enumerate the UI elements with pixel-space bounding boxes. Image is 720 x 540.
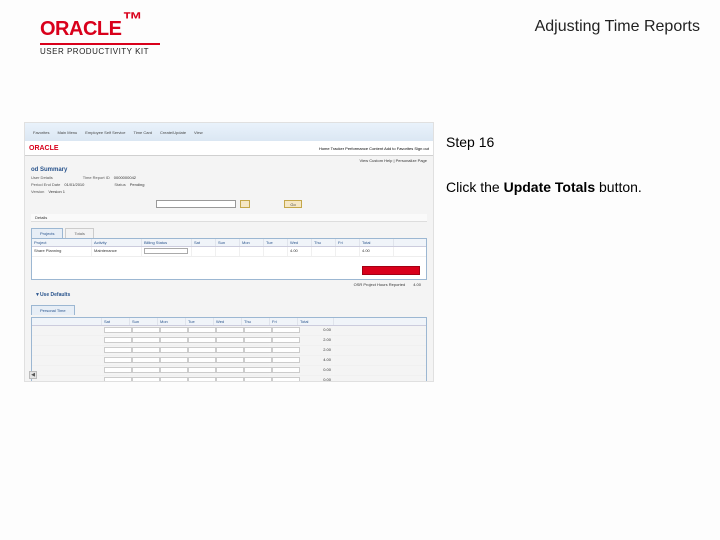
highlighted-action-button[interactable]	[362, 266, 420, 275]
totals-tab[interactable]: Totals	[65, 228, 93, 238]
select-picker-icon[interactable]	[240, 200, 250, 208]
personalize-bar: View Custom Help | Personalize Page	[25, 156, 433, 163]
list-item: 0.00	[32, 376, 426, 382]
instruction-text: Click the Update Totals button.	[446, 178, 700, 198]
project-hours-label: OSR Project Hours Reported	[354, 282, 406, 287]
step-label: Step 16	[446, 134, 700, 150]
use-defaults-header[interactable]: ▼Use Defaults	[31, 289, 427, 299]
oracle-wordmark: ORACLE	[40, 18, 121, 41]
details-collapse[interactable]: Details	[31, 214, 427, 222]
projects-tab[interactable]: Projects	[31, 228, 63, 238]
trademark-symbol: ™	[122, 9, 142, 32]
upk-subtitle: USER PRODUCTIVITY KIT	[40, 47, 160, 56]
table-row: Share Planning Maintenance 4.00 4.00	[32, 247, 426, 257]
add-select[interactable]	[156, 200, 236, 208]
app-logo: ORACLE	[29, 145, 59, 152]
projects-grid: ProjectActivityBilling StatusSatSunMonTu…	[31, 238, 427, 280]
oracle-upk-logo: ORACLE ™ USER PRODUCTIVITY KIT	[40, 18, 160, 56]
project-hours-value: 4.00	[413, 282, 421, 287]
document-title: Adjusting Time Reports	[535, 18, 700, 36]
list-item: 2.00	[32, 336, 426, 346]
go-button[interactable]: Go	[284, 200, 302, 208]
section-title: od Summary	[31, 167, 427, 173]
list-item: 0.00	[32, 326, 426, 336]
scroll-left-icon[interactable]: ◀	[29, 371, 37, 379]
app-screenshot: FavoritesMain MenuEmployee Self ServiceT…	[24, 122, 434, 382]
list-item: 2.00	[32, 346, 426, 356]
personal-time-grid: SatSunMonTueWedThuFriTotal 0.00 2.00 2.0…	[31, 317, 427, 382]
app-header-links: Home Tracker Performance Content Add to …	[319, 146, 429, 151]
list-item: 0.00	[32, 366, 426, 376]
list-item: 4.00	[32, 356, 426, 366]
billing-select[interactable]	[144, 248, 188, 254]
logo-underline	[40, 43, 160, 45]
personal-time-tab[interactable]: Personal Time	[31, 305, 75, 315]
breadcrumb: FavoritesMain MenuEmployee Self ServiceT…	[25, 123, 433, 141]
